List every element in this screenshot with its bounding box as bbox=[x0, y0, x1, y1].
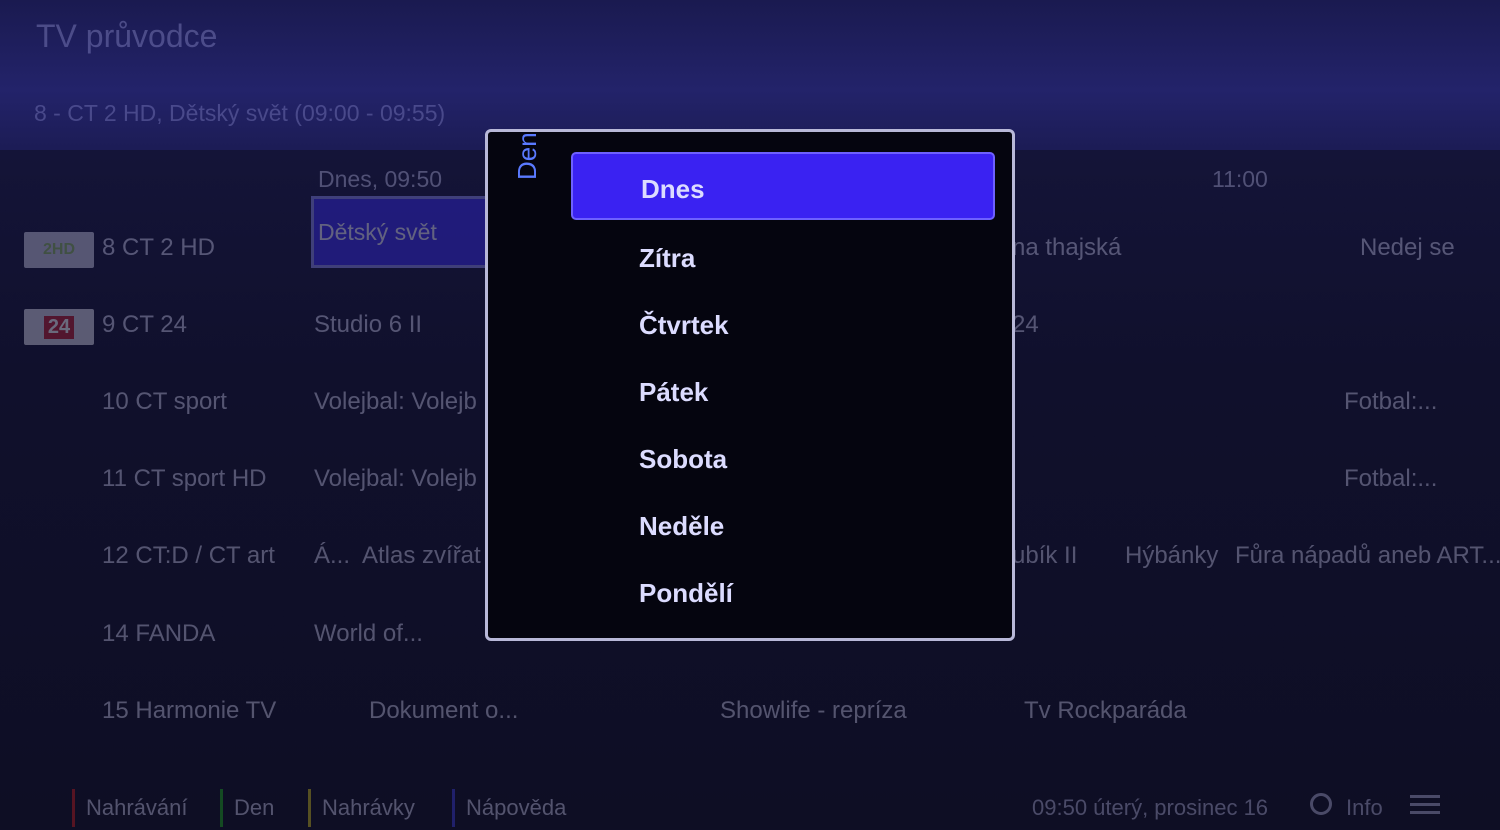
program-cell[interactable]: Fotbal:... bbox=[1344, 465, 1437, 493]
program-cell[interactable]: Atlas zvířat bbox=[362, 542, 481, 570]
day-option-friday[interactable]: Pátek bbox=[571, 361, 995, 421]
channel-name: 8 CT 2 HD bbox=[102, 234, 215, 261]
program-cell[interactable]: Á... bbox=[314, 542, 350, 570]
program-cell-selected[interactable]: Dětský svět bbox=[311, 196, 501, 268]
program-cell[interactable]: 24 bbox=[1012, 311, 1039, 339]
day-option-today[interactable]: Dnes bbox=[571, 152, 995, 220]
channel-logo: 24 bbox=[24, 309, 94, 345]
program-cell[interactable]: na thajská bbox=[1012, 234, 1121, 262]
program-cell[interactable]: Showlife - repríza bbox=[720, 697, 907, 725]
day-option-tomorrow[interactable]: Zítra bbox=[571, 227, 995, 287]
program-cell[interactable]: Studio 6 II bbox=[314, 311, 422, 339]
day-select-dialog: Den Dnes Zítra Čtvrtek Pátek Sobota Nedě… bbox=[485, 129, 1015, 641]
day-option-thursday[interactable]: Čtvrtek bbox=[571, 294, 995, 354]
page-title: TV průvodce bbox=[36, 18, 218, 54]
day-option-sunday[interactable]: Neděle bbox=[571, 495, 995, 555]
program-cell[interactable]: Dokument o... bbox=[369, 697, 518, 725]
program-cell[interactable]: Hýbánky bbox=[1125, 542, 1218, 570]
program-cell[interactable]: ubík II bbox=[1012, 542, 1077, 570]
channel-row[interactable]: 15 Harmonie TV Dokument o... Showlife - … bbox=[0, 695, 1500, 755]
program-cell[interactable]: Volejbal: Volejb bbox=[314, 465, 477, 493]
clock-label: 09:50 úterý, prosinec 16 bbox=[1032, 795, 1269, 820]
timeline-now-label: Dnes, 09:50 bbox=[318, 166, 443, 192]
channel-name: 11 CT sport HD bbox=[102, 465, 267, 492]
program-cell[interactable]: Nedej se bbox=[1360, 234, 1455, 262]
footer-day-button[interactable]: Den bbox=[220, 789, 274, 827]
footer-bar: Nahrávání Den Nahrávky Nápověda 09:50 út… bbox=[0, 785, 1500, 830]
channel-name: 10 CT sport bbox=[102, 388, 227, 415]
channel-logo: 2HD bbox=[24, 232, 94, 268]
footer-help-button[interactable]: Nápověda bbox=[452, 789, 566, 827]
program-cell[interactable]: Volejbal: Volejb bbox=[314, 388, 477, 416]
program-cell[interactable]: Fůra nápadů aneb ART... bbox=[1235, 542, 1500, 570]
channel-name: 12 CT:D / CT art bbox=[102, 542, 275, 569]
channel-name: 14 FANDA bbox=[102, 620, 216, 647]
day-list: Dnes Zítra Čtvrtek Pátek Sobota Neděle P… bbox=[571, 152, 995, 629]
timeline-next-label: 11:00 bbox=[1212, 166, 1268, 192]
current-program-info: 8 - CT 2 HD, Dětský svět (09:00 - 09:55) bbox=[34, 100, 446, 126]
channel-name: 15 Harmonie TV bbox=[102, 697, 277, 724]
info-icon bbox=[1310, 793, 1332, 815]
day-option-monday[interactable]: Pondělí bbox=[571, 562, 995, 622]
dialog-title: Den bbox=[512, 132, 542, 180]
channel-name: 9 CT 24 bbox=[102, 311, 187, 338]
footer-recording-button[interactable]: Nahrávání bbox=[72, 789, 188, 827]
program-cell[interactable]: World of... bbox=[314, 620, 423, 648]
day-option-saturday[interactable]: Sobota bbox=[571, 428, 995, 488]
program-cell[interactable]: Fotbal:... bbox=[1344, 388, 1437, 416]
menu-icon[interactable] bbox=[1410, 795, 1440, 815]
info-button[interactable]: Info bbox=[1346, 795, 1383, 821]
header-band bbox=[0, 0, 1500, 150]
footer-recordings-button[interactable]: Nahrávky bbox=[308, 789, 415, 827]
program-cell[interactable]: Tv Rockparáda bbox=[1024, 697, 1187, 725]
